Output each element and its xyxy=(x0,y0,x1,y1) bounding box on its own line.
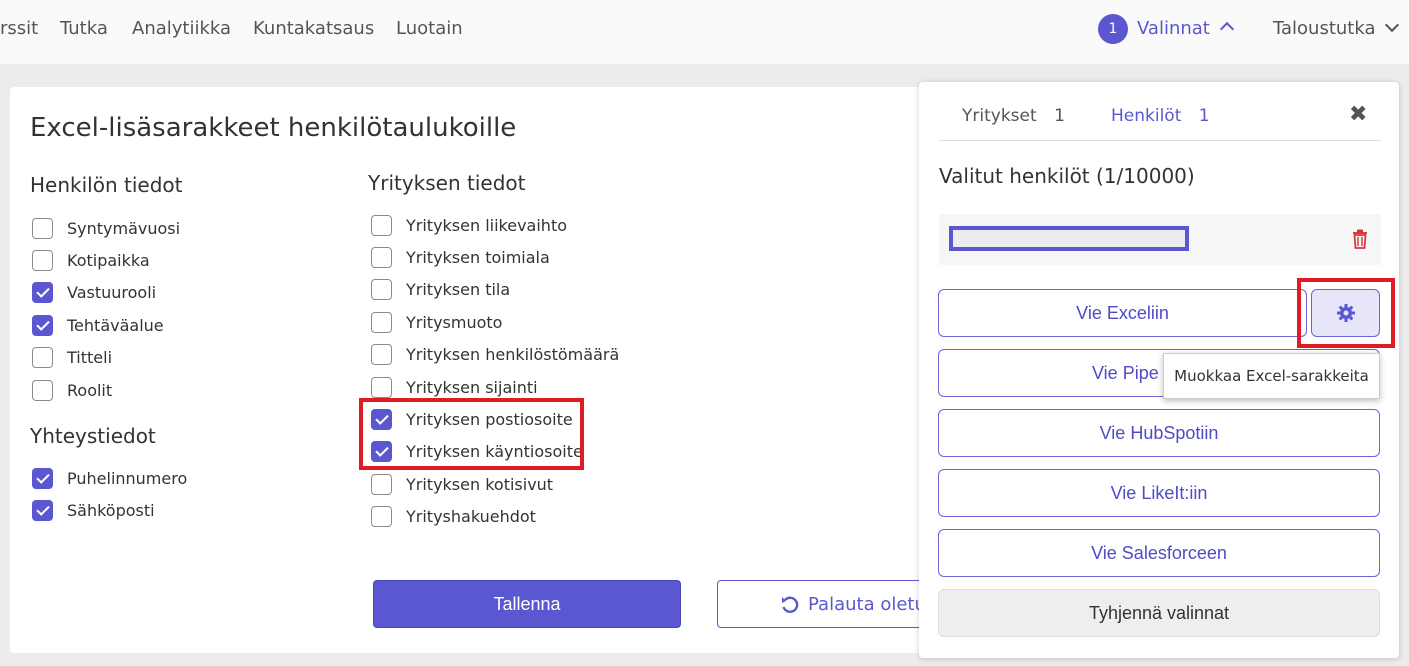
checkbox-label: Roolit xyxy=(67,380,113,400)
export-pipedrive-label: Vie Pipe xyxy=(1092,362,1159,383)
contact-section-heading: Yhteystiedot xyxy=(30,424,156,448)
checkbox-row[interactable]: Yrityksen tila xyxy=(371,278,510,302)
divider xyxy=(939,140,1381,141)
chevron-up-icon[interactable] xyxy=(1219,21,1235,37)
checkbox-checked[interactable] xyxy=(32,467,53,489)
checkbox-row[interactable]: Kotipaikka xyxy=(32,248,150,272)
close-icon[interactable]: ✖ xyxy=(1349,102,1367,127)
page-title: Excel-lisäsarakkeet henkilötaulukoille xyxy=(30,113,517,143)
nav-item-kuntakatsaus[interactable]: Kuntakatsaus xyxy=(253,18,374,39)
tab-companies-count: 1 xyxy=(1054,106,1065,126)
checkbox-row[interactable]: Sähköposti xyxy=(32,499,155,523)
top-nav: rssit Tutka Analytiikka Kuntakatsaus Luo… xyxy=(0,0,1409,64)
nav-item-0[interactable]: rssit xyxy=(0,18,38,39)
checkbox-row[interactable]: Yrityksen henkilöstömäärä xyxy=(371,343,619,367)
checkbox-label: Yritysmuoto xyxy=(406,312,503,332)
selected-person-row xyxy=(939,214,1381,265)
checkbox-label: Titteli xyxy=(67,348,113,368)
checkbox-checked[interactable] xyxy=(32,500,53,521)
checkbox-unchecked[interactable] xyxy=(371,506,392,528)
checkbox-row[interactable]: Yritysmuoto xyxy=(371,310,502,334)
valinnat-toggle[interactable]: Valinnat xyxy=(1137,18,1210,39)
checkbox-label: Yrityksen sijainti xyxy=(406,377,538,397)
annotation-highlight-gear xyxy=(1297,278,1395,348)
checkbox-unchecked[interactable] xyxy=(371,279,392,301)
checkbox-label: Yrityksen toimiala xyxy=(406,247,550,267)
checkbox-row[interactable]: Yrityksen liikevaihto xyxy=(371,213,567,237)
checkbox-unchecked[interactable] xyxy=(371,246,392,268)
clear-selections-button[interactable]: Tyhjennä valinnat xyxy=(938,589,1380,637)
checkbox-label: Yrityksen liikevaihto xyxy=(406,215,568,235)
checkbox-unchecked[interactable] xyxy=(371,473,392,495)
checkbox-label: Syntymävuosi xyxy=(67,218,181,238)
checkbox-unchecked[interactable] xyxy=(371,344,392,366)
checkbox-label: Yrityksen kotisivut xyxy=(406,474,554,494)
export-salesforce-button[interactable]: Vie Salesforceen xyxy=(938,529,1380,577)
tab-persons-label: Henkilöt xyxy=(1111,106,1182,126)
checkbox-row[interactable]: Roolit xyxy=(32,378,112,402)
gear-tooltip: Muokkaa Excel-sarakkeita xyxy=(1163,353,1380,399)
checkbox-row[interactable]: Yrityksen sijainti xyxy=(371,375,538,399)
checkbox-row[interactable]: Syntymävuosi xyxy=(32,216,180,240)
checkbox-unchecked[interactable] xyxy=(371,376,392,398)
checkbox-label: Yrityshakuehdot xyxy=(406,507,536,527)
checkbox-unchecked[interactable] xyxy=(32,347,53,369)
checkbox-row[interactable]: Vastuurooli xyxy=(32,281,156,305)
selected-persons-title: Valitut henkilöt (1/10000) xyxy=(939,164,1195,188)
export-likeit-button[interactable]: Vie LikeIt:iin xyxy=(938,469,1380,517)
tab-companies[interactable]: Yritykset 1 xyxy=(962,106,1065,126)
checkbox-row[interactable]: Yrityksen toimiala xyxy=(371,245,550,269)
checkbox-unchecked[interactable] xyxy=(371,311,392,333)
checkbox-unchecked[interactable] xyxy=(32,379,53,401)
checkbox-label: Sähköposti xyxy=(67,501,155,520)
checkbox-label: Kotipaikka xyxy=(67,250,150,270)
reset-label: Palauta oletu xyxy=(808,593,926,615)
checkbox-checked[interactable] xyxy=(32,282,53,304)
nav-item-tutka[interactable]: Tutka xyxy=(60,18,108,39)
person-section-heading: Henkilön tiedot xyxy=(30,173,183,197)
nav-item-luotain[interactable]: Luotain xyxy=(396,18,463,39)
tab-persons[interactable]: Henkilöt 1 xyxy=(1111,106,1210,126)
checkbox-checked[interactable] xyxy=(32,314,53,336)
selection-count-badge[interactable]: 1 xyxy=(1098,14,1128,44)
checkbox-label: Puhelinnumero xyxy=(67,468,188,488)
checkbox-label: Vastuurooli xyxy=(67,283,157,303)
redacted-person-name xyxy=(949,226,1189,251)
checkbox-unchecked[interactable] xyxy=(32,249,53,271)
tab-persons-count: 1 xyxy=(1198,106,1210,126)
export-hubspot-button[interactable]: Vie HubSpotiin xyxy=(938,409,1380,457)
checkbox-unchecked[interactable] xyxy=(371,214,392,236)
checkbox-label: Yrityksen tila xyxy=(406,280,511,300)
checkbox-row[interactable]: Yrityksen kotisivut xyxy=(371,472,553,496)
chevron-down-icon[interactable] xyxy=(1384,17,1400,33)
save-button[interactable]: Tallenna xyxy=(373,580,681,628)
annotation-highlight-box xyxy=(359,398,584,470)
excel-columns-card: Excel-lisäsarakkeet henkilötaulukoille H… xyxy=(10,87,977,653)
checkbox-label: Yrityksen henkilöstömäärä xyxy=(406,345,620,365)
checkbox-row[interactable]: Puhelinnumero xyxy=(32,466,187,490)
nav-item-taloustutka[interactable]: Taloustutka xyxy=(1273,18,1376,39)
tab-companies-label: Yritykset xyxy=(962,106,1037,126)
nav-item-analytiikka[interactable]: Analytiikka xyxy=(132,18,231,39)
checkbox-row[interactable]: Tehtäväalue xyxy=(32,313,164,337)
company-section-heading: Yrityksen tiedot xyxy=(368,171,526,195)
checkbox-unchecked[interactable] xyxy=(32,217,53,239)
checkbox-row[interactable]: Yrityshakuehdot xyxy=(371,505,536,529)
checkbox-row[interactable]: Titteli xyxy=(32,346,112,370)
trash-icon[interactable] xyxy=(1352,229,1368,249)
undo-icon xyxy=(782,596,799,613)
export-excel-button[interactable]: Vie Exceliin xyxy=(938,289,1307,337)
checkbox-label: Tehtäväalue xyxy=(67,315,164,335)
